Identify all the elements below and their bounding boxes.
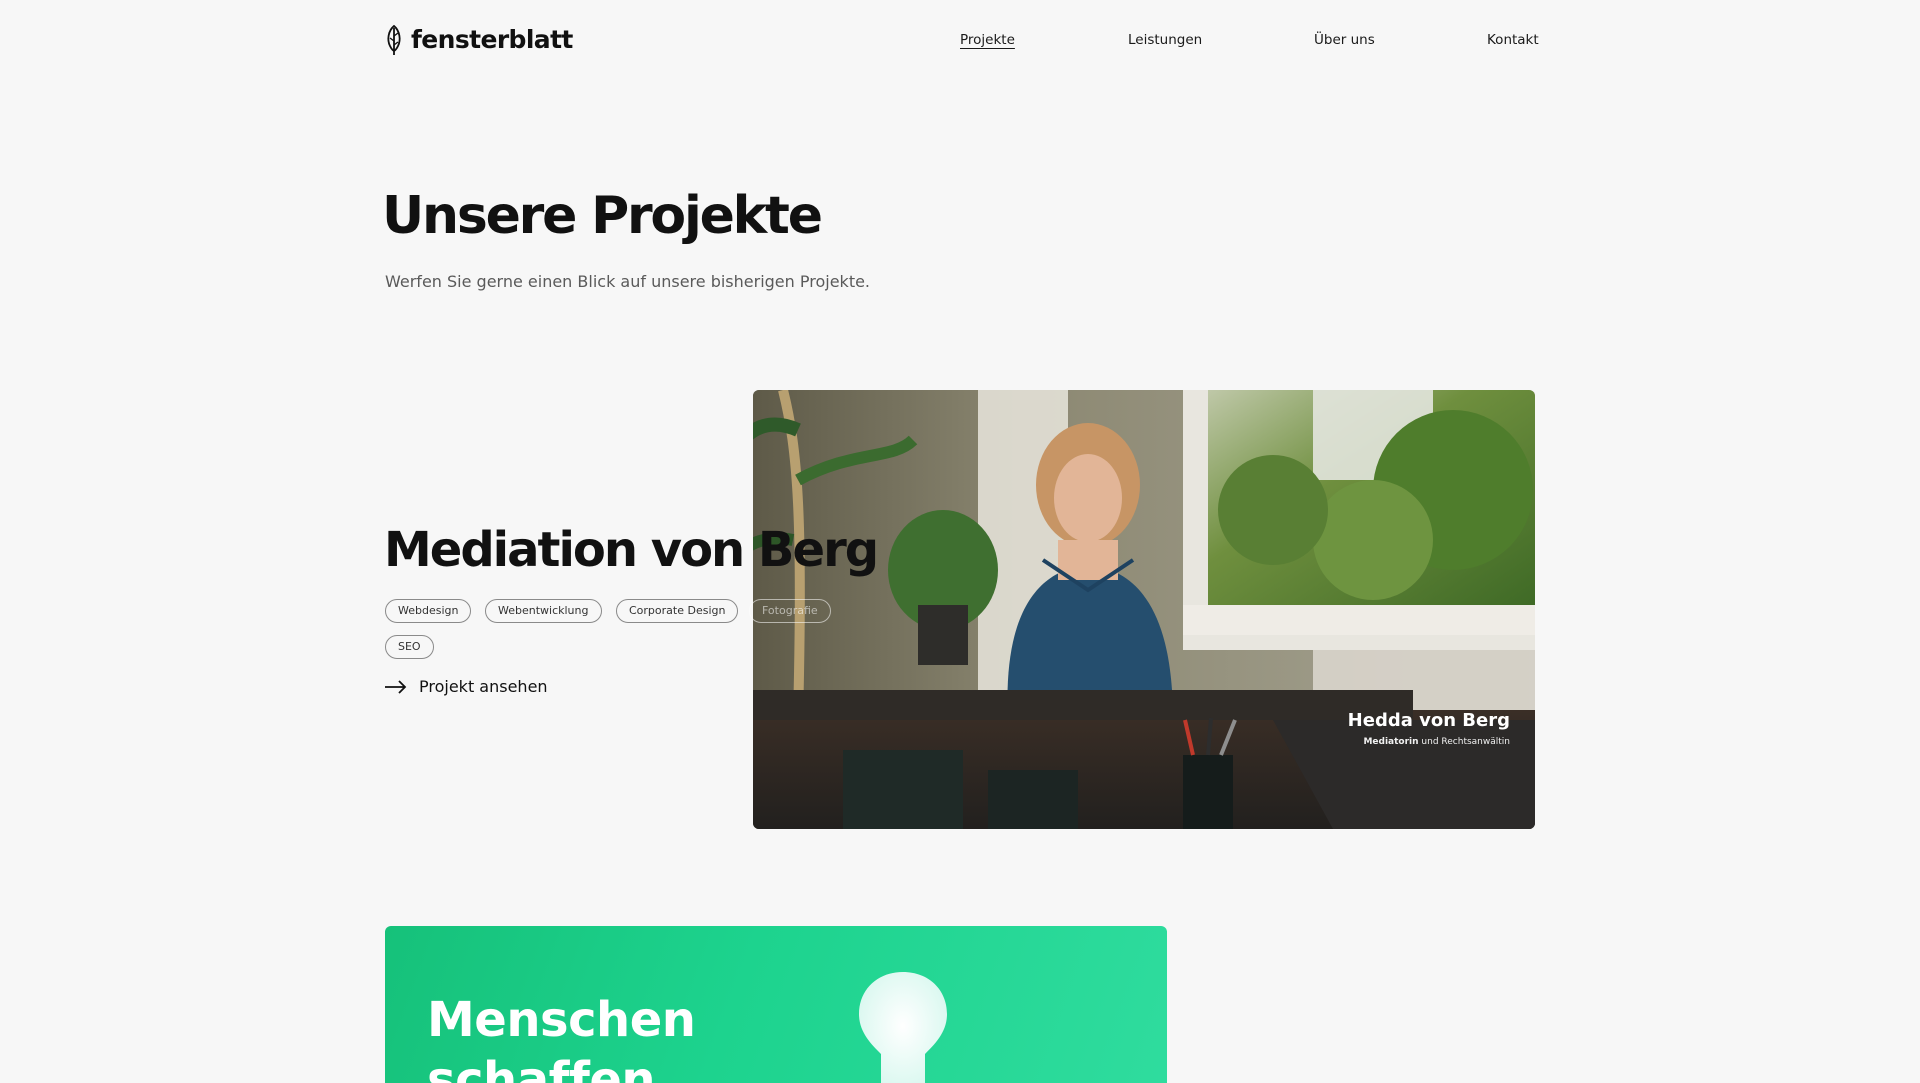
brand-name: fensterblatt	[411, 25, 573, 54]
view-project-label: Projekt ansehen	[419, 677, 548, 696]
project-tag: SEO	[385, 635, 434, 659]
portrait-photo	[753, 390, 1535, 829]
project-image[interactable]: Hedda von Berg Mediatorin und Rechtsanwä…	[753, 390, 1535, 829]
project-tag: Webentwicklung	[485, 599, 602, 623]
brand-logo[interactable]: fensterblatt	[385, 24, 573, 56]
arrow-right-icon	[385, 680, 407, 694]
project-image-2[interactable]: Menschen schaffen	[385, 926, 1167, 1083]
image-caption-name: Hedda von Berg	[1347, 710, 1510, 731]
nav-link-projekte[interactable]: Projekte	[960, 31, 1015, 49]
image-caption-role: Mediatorin und Rechtsanwältin	[1363, 737, 1510, 747]
project-tag: Fotografie	[749, 599, 831, 623]
nav-link-leistungen[interactable]: Leistungen	[1128, 31, 1202, 49]
project-image-2-headline: Menschen schaffen	[427, 992, 696, 1083]
image-caption-role-bold: Mediatorin	[1363, 737, 1419, 747]
view-project-link[interactable]: Projekt ansehen	[385, 676, 548, 698]
page-title: Unsere Projekte	[382, 186, 823, 246]
leaf-logo-icon	[387, 24, 401, 55]
page-subtitle: Werfen Sie gerne einen Blick auf unsere …	[385, 272, 871, 291]
image-caption-role-rest: und Rechtsanwältin	[1421, 737, 1510, 747]
nav-link-kontakt[interactable]: Kontakt	[1487, 31, 1539, 49]
project-title: Mediation von Berg	[384, 522, 879, 578]
lightbulb-icon	[859, 972, 947, 1083]
nav-link-ueber-uns[interactable]: Über uns	[1314, 31, 1375, 49]
project-tag: Corporate Design	[616, 599, 739, 623]
project-tag: Webdesign	[385, 599, 472, 623]
